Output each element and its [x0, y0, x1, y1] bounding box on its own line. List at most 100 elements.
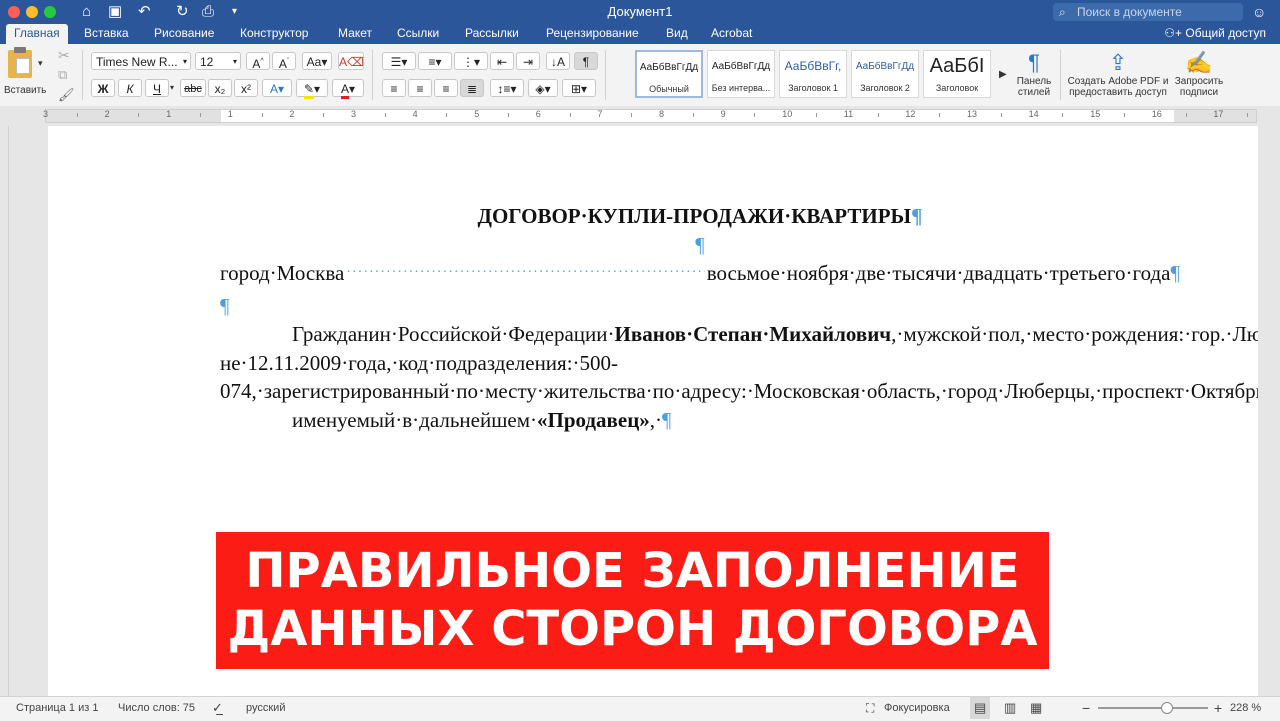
- smiley-feedback-icon[interactable]: ☺: [1252, 4, 1266, 20]
- tab-layout[interactable]: Макет: [330, 24, 380, 44]
- copy-icon[interactable]: ⧉: [58, 66, 67, 84]
- seller-role: «Продавец»: [537, 407, 650, 432]
- paste-label: Вставить: [4, 85, 47, 96]
- change-case-button[interactable]: Aa▾: [302, 52, 332, 70]
- italic-button[interactable]: К: [118, 79, 142, 97]
- zoom-level[interactable]: 228 %: [1230, 697, 1261, 719]
- ruler-number: 5: [474, 109, 480, 119]
- create-adobe-pdf-button[interactable]: ⇪ Создать Adobe PDF и предоставить досту…: [1064, 50, 1172, 98]
- underline-button[interactable]: Ч: [145, 79, 169, 97]
- justify-icon[interactable]: ≣: [460, 79, 484, 97]
- request-signatures-button[interactable]: ✍ Запросить подписи: [1172, 50, 1226, 98]
- borders-icon[interactable]: ⊞▾: [562, 79, 596, 97]
- seller-name: Иванов·Степан·Михайлович: [614, 322, 892, 346]
- styles-pane-button[interactable]: ¶ Панель стилей: [1012, 50, 1056, 98]
- ruler-tick: [1124, 113, 1125, 117]
- sort-icon[interactable]: ↓A: [546, 52, 570, 70]
- horizontal-ruler[interactable]: 3 2 1 1 2 3 4 5 6 7 8 9 10 11 12 13 14 15 16 17: [0, 106, 1280, 126]
- decrease-indent-icon[interactable]: ⇤: [490, 52, 514, 70]
- ruler-number: 13: [967, 109, 978, 119]
- ruler-tick: [1000, 113, 1002, 117]
- ruler-number: 7: [597, 109, 603, 119]
- strikethrough-button[interactable]: abc: [180, 79, 206, 97]
- align-center-icon[interactable]: ≡: [408, 79, 432, 97]
- empty-paragraph: ¶: [220, 231, 1180, 260]
- superscript-button[interactable]: x²: [234, 79, 258, 97]
- zoom-out-button[interactable]: −: [1082, 697, 1090, 719]
- ruler-number: 3: [43, 109, 49, 119]
- paste-icon[interactable]: [8, 47, 32, 78]
- font-color-icon[interactable]: A▾: [332, 79, 364, 99]
- search-input[interactable]: Поиск в документе: [1077, 3, 1182, 21]
- font-name-select[interactable]: Times New R... ▾: [91, 52, 191, 70]
- shrink-font-button[interactable]: Aˇ: [272, 52, 296, 71]
- zoom-slider-knob[interactable]: [1160, 702, 1173, 714]
- create-adobe-pdf-label: Создать Adobe PDF и предоставить доступ: [1067, 76, 1169, 98]
- focus-icon[interactable]: ⛶: [866, 697, 874, 719]
- style-title[interactable]: АаБбI Заголовок: [923, 50, 991, 98]
- ruler-number: 14: [1028, 109, 1039, 119]
- style-sample: АаБбВвГгДд: [711, 61, 771, 72]
- show-formatting-marks-button[interactable]: ¶: [574, 52, 598, 70]
- style-no-spacing[interactable]: АаБбВвГгДд Без интерва...: [707, 50, 775, 98]
- tab-draw[interactable]: Рисование: [146, 24, 222, 44]
- clear-formatting-icon[interactable]: A⌫: [338, 52, 364, 70]
- underline-dropdown-icon[interactable]: ▾: [170, 79, 174, 97]
- page-count[interactable]: Страница 1 из 1: [16, 697, 98, 719]
- designation-tail: ,·: [649, 407, 663, 432]
- ruler-tick: [508, 113, 509, 117]
- line-spacing-icon[interactable]: ↕≡▾: [490, 79, 524, 97]
- print-layout-icon[interactable]: ▤: [970, 697, 991, 719]
- font-size-select[interactable]: 12 ▾: [195, 52, 241, 70]
- language-indicator[interactable]: русский: [246, 697, 285, 719]
- search-box[interactable]: ⌕ Поиск в документе: [1053, 3, 1243, 21]
- styles-more-arrow-icon[interactable]: ▶: [999, 66, 1007, 84]
- tab-design[interactable]: Конструктор: [232, 24, 316, 44]
- tab-insert[interactable]: Вставка: [76, 24, 137, 44]
- style-heading-1[interactable]: АаБбВвГг, Заголовок 1: [779, 50, 847, 98]
- read-mode-icon[interactable]: ▦: [1030, 697, 1042, 719]
- proofing-icon[interactable]: ✓̲: [212, 697, 223, 719]
- tab-home[interactable]: Главная: [6, 24, 68, 44]
- tab-view[interactable]: Вид: [658, 24, 696, 44]
- zoom-slider[interactable]: [1098, 702, 1208, 714]
- document-body[interactable]: ДОГОВОР·КУПЛИ-ПРОДАЖИ·КВАРТИРЫ¶ ¶ город·…: [220, 202, 1258, 434]
- numbering-icon[interactable]: ≡▾: [418, 52, 452, 70]
- city-date-line: город·Москва ···························…: [220, 259, 1180, 292]
- paste-dropdown-icon[interactable]: ▾: [38, 54, 43, 72]
- tab-references[interactable]: Ссылки: [389, 24, 447, 44]
- highlight-icon[interactable]: ✎▾: [296, 79, 328, 99]
- add-person-icon: ⚇+: [1164, 26, 1186, 40]
- tab-acrobat[interactable]: Acrobat: [703, 24, 760, 44]
- share-button[interactable]: ⚇+ Общий доступ: [1164, 24, 1266, 43]
- style-heading-2[interactable]: АаБбВвГгДд Заголовок 2: [851, 50, 919, 98]
- focus-mode-button[interactable]: Фокусировка: [884, 697, 950, 719]
- web-layout-icon[interactable]: ▥: [1004, 697, 1016, 719]
- vertical-ruler: [0, 126, 9, 696]
- cut-icon[interactable]: ✂: [58, 46, 70, 64]
- increase-indent-icon[interactable]: ⇥: [516, 52, 540, 70]
- divider: [605, 50, 606, 100]
- multilevel-list-icon[interactable]: ⋮▾: [454, 52, 488, 70]
- ruler-tick: [384, 113, 386, 117]
- bold-button[interactable]: Ж: [91, 79, 115, 97]
- word-count[interactable]: Число слов: 75: [118, 697, 195, 719]
- ruler-tick: [877, 113, 879, 117]
- tab-review[interactable]: Рецензирование: [538, 24, 647, 44]
- banner-line-1: ПРАВИЛЬНОЕ ЗАПОЛНЕНИЕ: [245, 543, 1020, 599]
- align-left-icon[interactable]: ≡: [382, 79, 406, 97]
- tab-mailings[interactable]: Рассылки: [457, 24, 527, 44]
- shading-icon[interactable]: ◈▾: [528, 79, 558, 97]
- subscript-button[interactable]: x₂: [208, 79, 232, 97]
- pilcrow-mark: ¶: [220, 293, 230, 318]
- style-sample: АаБбI: [929, 55, 985, 77]
- request-signatures-label: Запросить подписи: [1174, 76, 1224, 98]
- grow-font-button[interactable]: A^: [246, 52, 270, 71]
- style-normal[interactable]: АаБбВвГгДд Обычный: [635, 50, 703, 98]
- format-painter-icon[interactable]: 🖌: [58, 86, 75, 104]
- style-name: Заголовок: [935, 83, 979, 93]
- bullets-icon[interactable]: ☰▾: [382, 52, 416, 70]
- align-right-icon[interactable]: ≡: [434, 79, 458, 97]
- zoom-in-button[interactable]: +: [1214, 697, 1222, 719]
- text-effects-icon[interactable]: A▾: [262, 79, 292, 97]
